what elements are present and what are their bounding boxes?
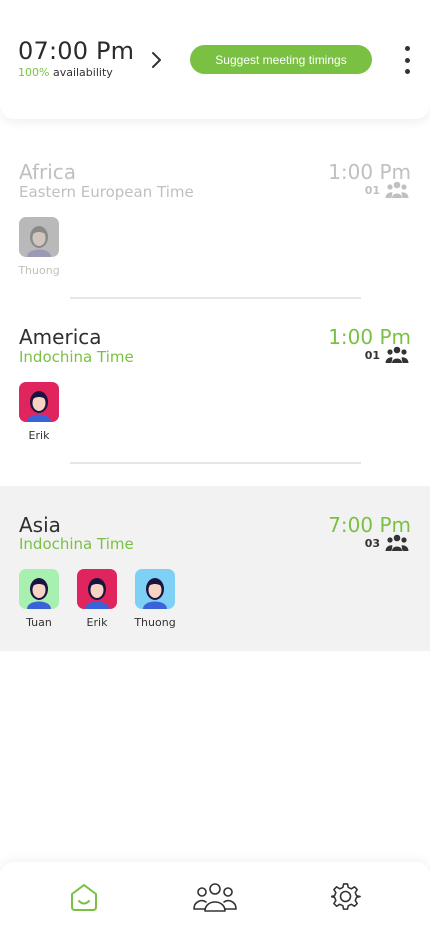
member-item[interactable]: Tuan [19, 569, 59, 629]
member-item[interactable]: Thuong [18, 217, 60, 277]
member-item[interactable]: Thuong [134, 569, 176, 629]
region-name: Asia [19, 513, 61, 537]
section-divider [70, 297, 361, 299]
more-vertical-icon[interactable] [400, 44, 414, 76]
region-timezone: Eastern European Time [19, 183, 194, 201]
member-item[interactable]: Erik [77, 569, 117, 629]
availability-text: 100% availability [18, 66, 113, 79]
member-count-value: 01 [364, 183, 380, 197]
member-name: Thuong [134, 616, 176, 629]
chevron-right-icon[interactable] [148, 50, 166, 70]
people-icon [385, 534, 409, 551]
bottom-navigation [0, 862, 430, 932]
member-count-value: 03 [364, 536, 380, 550]
member-name: Tuan [26, 616, 52, 629]
member-count: 01 [365, 181, 409, 199]
availability-percent: 100% [18, 66, 50, 79]
current-time: 07:00 Pm [18, 37, 135, 65]
avatar [19, 569, 59, 609]
section-divider [70, 462, 361, 464]
team-icon[interactable] [192, 881, 238, 913]
header-card: 07:00 Pm 100% availability Suggest meeti… [0, 0, 430, 119]
member-list: Erik [19, 382, 59, 442]
region-name: America [19, 325, 102, 349]
people-icon [385, 181, 409, 198]
member-name: Thuong [18, 264, 60, 277]
member-list: Tuan Erik Thuong [19, 569, 176, 629]
region-africa[interactable]: Africa Eastern European Time 1:00 Pm 01 [0, 150, 430, 300]
settings-gear-icon[interactable] [331, 881, 361, 913]
member-list: Thuong [18, 217, 60, 277]
member-count: 03 [365, 534, 409, 552]
member-name: Erik [86, 616, 108, 629]
region-timezone: Indochina Time [19, 348, 134, 366]
region-america[interactable]: America Indochina Time 1:00 Pm 01 Erik [0, 315, 430, 465]
avatar [77, 569, 117, 609]
region-name: Africa [19, 160, 77, 184]
avatar [19, 217, 59, 257]
suggest-meeting-timings-button[interactable]: Suggest meeting timings [190, 45, 372, 74]
home-icon[interactable] [68, 881, 100, 913]
member-item[interactable]: Erik [19, 382, 59, 442]
member-count-value: 01 [364, 348, 380, 362]
avatar [135, 569, 175, 609]
app-screen: 07:00 Pm 100% availability Suggest meeti… [0, 0, 430, 932]
member-name: Erik [28, 429, 50, 442]
region-timezone: Indochina Time [19, 535, 134, 553]
people-icon [385, 346, 409, 363]
availability-label: availability [52, 66, 113, 79]
avatar [19, 382, 59, 422]
member-count: 01 [365, 346, 409, 364]
region-asia[interactable]: Asia Indochina Time 7:00 Pm 03 Tuan Erik… [0, 486, 430, 651]
